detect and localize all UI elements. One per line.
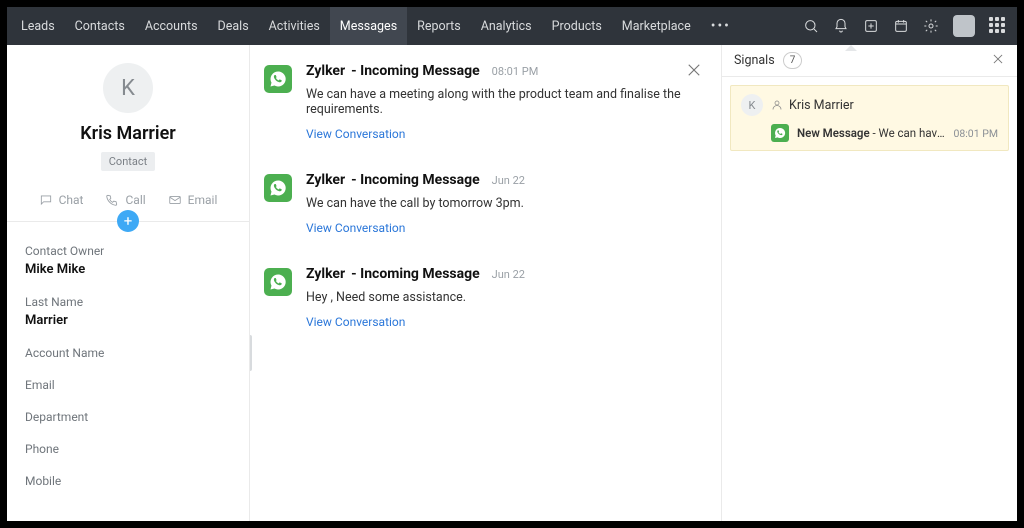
field-value: Mike Mike xyxy=(25,262,231,277)
close-signals-icon[interactable] xyxy=(991,51,1005,70)
nav-leads[interactable]: Leads xyxy=(11,7,65,45)
nav-messages[interactable]: Messages xyxy=(330,7,407,45)
field-value: Marrier xyxy=(25,313,231,328)
nav-reports[interactable]: Reports xyxy=(407,7,471,45)
whatsapp-icon xyxy=(264,268,292,296)
nav-analytics[interactable]: Analytics xyxy=(471,7,542,45)
add-button[interactable]: + xyxy=(117,210,139,232)
field-department[interactable]: Department xyxy=(25,410,231,424)
signal-time: 08:01 PM xyxy=(953,127,998,140)
panel-resize-handle[interactable] xyxy=(250,335,252,371)
message-time: Jun 22 xyxy=(492,174,525,187)
close-messages-icon[interactable] xyxy=(685,61,703,83)
field-label: Last Name xyxy=(25,295,231,309)
signals-panel: Signals 7 K Kris Marrier New Message - W… xyxy=(721,45,1017,521)
field-label: Contact Owner xyxy=(25,244,231,258)
field-label: Account Name xyxy=(25,346,231,360)
message-sender: Zylker xyxy=(306,266,345,282)
call-label: Call xyxy=(125,193,145,207)
nav-deals[interactable]: Deals xyxy=(208,7,259,45)
field-contact-owner[interactable]: Contact Owner Mike Mike xyxy=(25,244,231,277)
call-action[interactable]: Call xyxy=(105,193,145,207)
apps-grid-icon[interactable] xyxy=(989,17,1007,35)
email-action[interactable]: Email xyxy=(168,193,218,207)
whatsapp-icon xyxy=(264,65,292,93)
signals-popover-arrow xyxy=(845,45,857,51)
top-nav-bar: LeadsContactsAccountsDealsActivitiesMess… xyxy=(7,7,1017,45)
field-label: Email xyxy=(25,378,231,392)
signal-avatar: K xyxy=(741,94,763,116)
signals-count-badge: 7 xyxy=(783,52,803,69)
signal-text: New Message - We can have a meeting … xyxy=(797,126,945,140)
signal-item[interactable]: K Kris Marrier New Message - We can have… xyxy=(730,85,1009,151)
whatsapp-icon xyxy=(771,124,789,142)
message-sender: Zylker xyxy=(306,63,345,79)
contact-type-tag: Contact xyxy=(101,152,155,171)
message-item: Zylker - Incoming Message Jun 22 Hey , Nee… xyxy=(264,266,693,330)
nav-activities[interactable]: Activities xyxy=(259,7,330,45)
message-time: 08:01 PM xyxy=(492,65,539,78)
whatsapp-icon xyxy=(264,174,292,202)
search-icon[interactable] xyxy=(803,18,819,34)
nav-marketplace[interactable]: Marketplace xyxy=(612,7,701,45)
message-type: - Incoming Message xyxy=(351,63,480,79)
chat-action[interactable]: Chat xyxy=(39,193,84,207)
bell-icon[interactable] xyxy=(833,18,849,34)
email-label: Email xyxy=(188,193,218,207)
view-conversation-link[interactable]: View Conversation xyxy=(306,127,405,141)
field-phone[interactable]: Phone xyxy=(25,442,231,456)
field-email[interactable]: Email xyxy=(25,378,231,392)
field-label: Department xyxy=(25,410,231,424)
add-box-icon[interactable] xyxy=(863,18,879,34)
field-label: Mobile xyxy=(25,474,231,488)
message-text: We can have the call by tomorrow 3pm. xyxy=(306,196,525,211)
contact-name: Kris Marrier xyxy=(80,123,176,144)
user-avatar[interactable] xyxy=(953,15,975,37)
message-type: - Incoming Message xyxy=(351,266,480,282)
signal-person-name: Kris Marrier xyxy=(789,98,854,113)
nav-accounts[interactable]: Accounts xyxy=(135,7,208,45)
message-sender: Zylker xyxy=(306,172,345,188)
message-time: Jun 22 xyxy=(492,268,525,281)
contact-panel: K Kris Marrier Contact Chat Call Email +… xyxy=(7,45,250,521)
person-icon xyxy=(771,99,783,111)
calendar-icon[interactable] xyxy=(893,18,909,34)
view-conversation-link[interactable]: View Conversation xyxy=(306,221,405,235)
field-account-name[interactable]: Account Name xyxy=(25,346,231,360)
nav-more[interactable]: ••• xyxy=(701,18,741,34)
nav-products[interactable]: Products xyxy=(542,7,612,45)
message-type: - Incoming Message xyxy=(351,172,480,188)
message-item: Zylker - Incoming Message 08:01 PM We can … xyxy=(264,63,693,142)
field-mobile[interactable]: Mobile xyxy=(25,474,231,488)
nav-contacts[interactable]: Contacts xyxy=(65,7,135,45)
view-conversation-link[interactable]: View Conversation xyxy=(306,315,405,329)
message-text: Hey , Need some assistance. xyxy=(306,290,525,305)
field-last-name[interactable]: Last Name Marrier xyxy=(25,295,231,328)
contact-avatar: K xyxy=(103,63,153,113)
field-label: Phone xyxy=(25,442,231,456)
messages-panel: Zylker - Incoming Message 08:01 PM We can … xyxy=(250,45,721,521)
message-text: We can have a meeting along with the pro… xyxy=(306,87,693,117)
signals-title: Signals xyxy=(734,53,775,68)
message-item: Zylker - Incoming Message Jun 22 We can ha… xyxy=(264,172,693,236)
chat-label: Chat xyxy=(59,193,84,207)
gear-icon[interactable] xyxy=(923,18,939,34)
